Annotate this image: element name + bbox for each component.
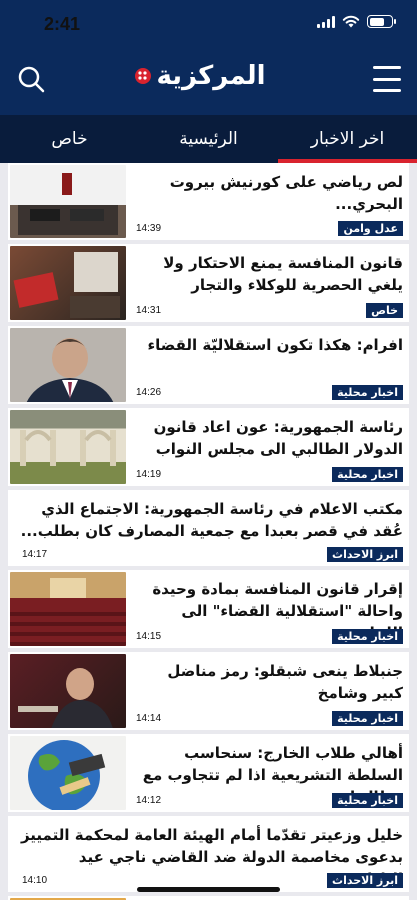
- menu-button[interactable]: [373, 66, 401, 92]
- news-thumbnail: [10, 246, 126, 320]
- news-title: مكتب الاعلام في رئاسة الجمهورية: الاجتما…: [20, 500, 403, 540]
- tab-latest-news[interactable]: اخر الاخبار: [278, 115, 417, 163]
- logo-text: المركزية: [156, 61, 266, 91]
- news-item[interactable]: جنبلاط ينعى شبقلو: رمز مناضل كبير وشامخ …: [8, 652, 409, 730]
- wifi-icon: [342, 15, 360, 28]
- news-item[interactable]: خليل وزعيتر تقدّما أمام الهيئة العامة لم…: [8, 816, 409, 892]
- news-time: 14:39: [136, 223, 162, 234]
- news-title: لص رياضي على كورنيش بيروت البحري...: [169, 173, 403, 213]
- battery-icon: [367, 15, 396, 28]
- category-badge: خاص: [366, 303, 403, 318]
- category-badge: ابرز الاحداث: [327, 873, 403, 888]
- news-item[interactable]: مكتب الاعلام في رئاسة الجمهورية: الاجتما…: [8, 490, 409, 566]
- news-item[interactable]: لص رياضي على كورنيش بيروت البحري... 14:3…: [8, 163, 409, 240]
- category-badge: اخبار محلية: [332, 467, 403, 482]
- category-badge: اخبار محلية: [332, 629, 403, 644]
- news-title: افرام: هكذا تكون استقلاليّة القضاء: [147, 336, 403, 354]
- news-time: 14:26: [136, 387, 162, 398]
- news-list: لص رياضي على كورنيش بيروت البحري... 14:3…: [0, 163, 417, 900]
- logo-mark-icon: [135, 68, 152, 84]
- news-item[interactable]: قانون المنافسة يمنع الاحتكار ولا يلغي ال…: [8, 244, 409, 322]
- news-thumbnail: [10, 572, 126, 646]
- news-thumbnail: [10, 165, 126, 238]
- news-thumbnail: [10, 410, 126, 484]
- tab-bar: اخر الاخبار الرئيسية خاص: [0, 115, 417, 163]
- news-thumbnail: [10, 654, 126, 728]
- news-item[interactable]: رئاسة الجمهورية: عون اعاد قانون الدولار …: [8, 408, 409, 486]
- category-badge: اخبار محلية: [332, 385, 403, 400]
- tab-exclusive[interactable]: خاص: [0, 115, 139, 163]
- search-icon: [18, 66, 45, 93]
- news-thumbnail: [10, 736, 126, 810]
- news-time: 14:31: [136, 305, 162, 316]
- status-bar: 2:41: [0, 0, 417, 50]
- status-time: 2:41: [44, 14, 81, 34]
- home-indicator[interactable]: [137, 887, 280, 892]
- news-time: 14:14: [136, 713, 162, 724]
- news-thumbnail: [10, 328, 126, 402]
- news-time: 14:19: [136, 469, 162, 480]
- news-item[interactable]: [8, 896, 409, 900]
- category-badge: اخبار محلية: [332, 793, 403, 808]
- tab-home[interactable]: الرئيسية: [139, 115, 278, 163]
- category-badge: عدل وامن: [338, 221, 403, 236]
- menu-icon: [373, 66, 401, 69]
- category-badge: اخبار محلية: [332, 711, 403, 726]
- status-icons: [317, 15, 396, 28]
- cellular-signal-icon: [317, 15, 335, 28]
- news-item[interactable]: أهالي طلاب الخارج: سنحاسب السلطة التشريع…: [8, 734, 409, 812]
- news-time: 14:10: [22, 875, 48, 886]
- news-time: 14:17: [22, 549, 48, 560]
- category-badge: ابرز الاحداث: [327, 547, 403, 562]
- news-item[interactable]: إقرار قانون المنافسة بمادة وحيدة واحالة …: [8, 570, 409, 648]
- news-title: جنبلاط ينعى شبقلو: رمز مناضل كبير وشامخ: [167, 662, 403, 702]
- search-button[interactable]: [16, 64, 46, 94]
- news-title: قانون المنافسة يمنع الاحتكار ولا يلغي ال…: [163, 254, 403, 294]
- app-header: 2:41 المركزية: [0, 0, 417, 115]
- news-item[interactable]: افرام: هكذا تكون استقلاليّة القضاء 14:26…: [8, 326, 409, 404]
- news-time: 14:15: [136, 631, 162, 642]
- news-time: 14:12: [136, 795, 162, 806]
- app-logo: المركزية: [120, 56, 280, 96]
